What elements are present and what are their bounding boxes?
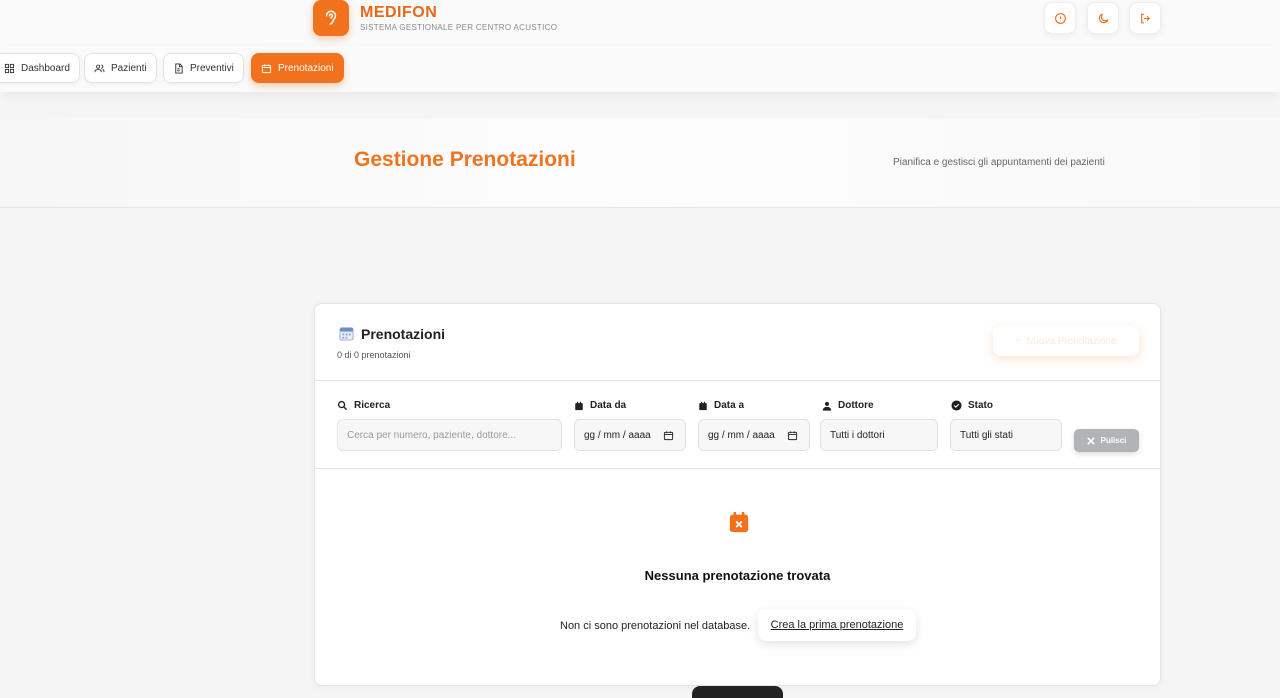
nav-item-label: Dashboard [21, 62, 70, 74]
date-from-input[interactable]: gg / mm / aaaa [574, 419, 686, 451]
calendar-x-icon [729, 511, 749, 533]
clear-filters-button[interactable]: Pulisci [1074, 429, 1139, 452]
status-select[interactable]: Tutti gli stati [950, 419, 1062, 451]
empty-state-text: Non ci sono prenotazioni nel database. [560, 620, 751, 632]
empty-state-title: Nessuna prenotazione trovata [644, 568, 831, 583]
info-button[interactable] [1044, 2, 1076, 34]
doctor-label-text: Dottore [838, 400, 874, 411]
bottom-overlay-bar [692, 686, 783, 698]
date-to-label-text: Data a [714, 400, 745, 411]
moon-icon [1098, 13, 1108, 23]
theme-toggle-button[interactable] [1087, 2, 1119, 34]
card-header: Prenotazioni 0 di 0 prenotazioni + Nuova… [315, 304, 1160, 381]
logout-icon [1140, 13, 1150, 23]
calendar-icon [339, 327, 354, 341]
users-icon [94, 64, 105, 72]
user-icon [822, 401, 832, 411]
search-icon [337, 400, 348, 411]
search-input[interactable]: Cerca per numero, paziente, dottore... [337, 419, 562, 451]
filters-bar: Ricerca Cerca per numero, paziente, dott… [315, 382, 1160, 469]
search-label-text: Ricerca [354, 400, 391, 411]
date-picker-icon[interactable] [787, 430, 798, 441]
plus-icon: + [1015, 335, 1022, 347]
search-label: Ricerca [337, 400, 390, 411]
date-to-label: Data a [698, 400, 744, 411]
main-nav: Dashboard Pazienti Preventivi Prenotazio… [0, 46, 1280, 92]
date-to-value: gg / mm / aaaa [708, 429, 775, 441]
page-subtitle: Pianifica e gestisci gli appuntamenti de… [893, 157, 1105, 168]
brand: MEDIFON SISTEMA GESTIONALE PER CENTRO AC… [360, 4, 558, 33]
status-label: Stato [951, 400, 993, 411]
new-booking-button[interactable]: + Nuova Prenotazione [993, 326, 1139, 356]
nav-item-dashboard[interactable]: Dashboard [0, 53, 80, 83]
date-from-value: gg / mm / aaaa [584, 429, 651, 441]
logout-button[interactable] [1129, 2, 1161, 34]
new-booking-label: Nuova Prenotazione [1026, 335, 1117, 347]
document-icon [175, 62, 183, 74]
nav-item-pazienti[interactable]: Pazienti [84, 53, 157, 83]
grid-icon [4, 63, 15, 73]
doctor-label: Dottore [822, 400, 874, 411]
info-icon [1054, 12, 1066, 24]
nav-item-preventivi[interactable]: Preventivi [163, 53, 244, 83]
date-from-label-text: Data da [590, 400, 627, 411]
nav-item-prenotazioni[interactable]: Prenotazioni [251, 53, 344, 83]
page-header: Gestione Prenotazioni Pianifica e gestis… [0, 118, 1280, 208]
calendar-icon [575, 401, 583, 410]
date-from-label: Data da [574, 400, 626, 411]
page-title: Gestione Prenotazioni [354, 148, 576, 171]
brand-subtitle: SISTEMA GESTIONALE PER CENTRO ACUSTICO [360, 23, 558, 32]
doctor-select[interactable]: Tutti i dottori [820, 419, 938, 451]
create-first-booking-link[interactable]: Crea la prima prenotazione [758, 609, 916, 641]
nav-item-label: Pazienti [111, 62, 147, 74]
ear-logo-icon [313, 0, 349, 36]
clear-filters-label: Pulisci [1100, 436, 1127, 445]
status-label-text: Stato [968, 400, 993, 411]
nav-item-label: Preventivi [190, 62, 234, 74]
card-title: Prenotazioni [361, 326, 446, 342]
brand-name: MEDIFON [360, 4, 438, 21]
bookings-card: Prenotazioni 0 di 0 prenotazioni + Nuova… [314, 303, 1161, 686]
calendar-icon [699, 401, 707, 410]
date-picker-icon[interactable] [663, 430, 674, 441]
date-to-input[interactable]: gg / mm / aaaa [698, 419, 810, 451]
top-bar: MEDIFON SISTEMA GESTIONALE PER CENTRO AC… [0, 0, 1280, 46]
close-icon [1086, 436, 1095, 445]
nav-item-label: Prenotazioni [278, 62, 334, 74]
calendar-icon [261, 63, 272, 73]
check-circle-icon [951, 400, 962, 411]
bookings-count: 0 di 0 prenotazioni [337, 350, 411, 360]
